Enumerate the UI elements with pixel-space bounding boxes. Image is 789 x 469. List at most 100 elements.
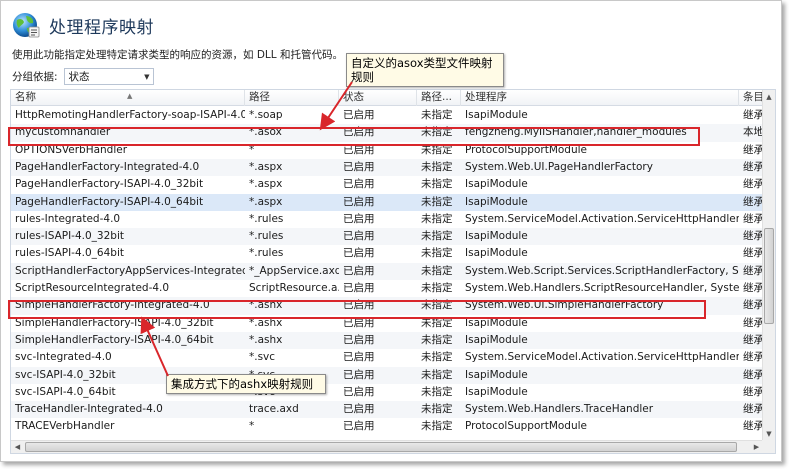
column-header-path[interactable]: 路径 (245, 90, 339, 106)
cell-name: rules-ISAPI-4.0_32bit (15, 230, 124, 243)
vertical-scroll-thumb[interactable] (764, 228, 774, 324)
vertical-scrollbar[interactable]: ▲ ▼ (762, 90, 775, 441)
cell-handler: IsapiModule (465, 385, 528, 398)
table-row[interactable]: TRACEVerbHandler * 已启用 未指定 ProtocolSupportMo… (11, 418, 763, 435)
table-row[interactable]: PageHandlerFactory-ISAPI-4.0_32bit *.aspx… (11, 176, 763, 193)
horizontal-scrollbar[interactable]: ◀ ▶ (11, 440, 763, 453)
cell-name: PageHandlerFactory-Integrated-4.0 (15, 160, 200, 173)
table-row[interactable]: PageHandlerFactory-ISAPI-4.0_64bit *.aspx… (11, 193, 763, 211)
column-header-name[interactable]: 名称 ▲ (11, 90, 245, 106)
cell-path-type: 未指定 (421, 126, 453, 139)
cell-handler: IsapiModule (465, 109, 528, 121)
table-row[interactable]: rules-ISAPI-4.0_32bit *.rules 已启用 未指定 IsapiM… (11, 228, 763, 246)
table-row[interactable]: SimpleHandlerFactory-Integrated-4.0 *.ash… (11, 297, 763, 315)
column-header-entry-type[interactable]: 条目 (739, 90, 763, 106)
table-row[interactable]: svc-ISAPI-4.0_32bit*.svc已启用未指定IsapiModul… (11, 366, 763, 384)
cell-path: *.ashx (249, 299, 283, 312)
cell-name: TraceHandler-Integrated-4.0 (15, 403, 163, 416)
cell-path-type: 未指定 (421, 178, 453, 191)
cell-entry-type: 继承 (743, 403, 763, 416)
table-row[interactable]: mycustomhandler *.asox 已启用 未指定 fengzheng.MyI… (11, 124, 763, 142)
scroll-up-icon[interactable]: ▲ (763, 90, 775, 104)
table-row[interactable]: svc-ISAPI-4.0_64bit*.svc已启用未指定IsapiModul… (11, 384, 763, 401)
table-row[interactable]: rules-ISAPI-4.0_64bit *.rules 已启用 未指定 IsapiM… (11, 245, 763, 262)
cell-name: rules-Integrated-4.0 (15, 212, 121, 225)
cell-path: *.aspx (249, 160, 283, 173)
cell-name: TRACEVerbHandler (15, 420, 115, 433)
page-title: 处理程序映射 (49, 17, 154, 38)
cell-path-type: 未指定 (421, 212, 453, 225)
cell-entry-type: 继承 (743, 333, 763, 346)
cell-path: *.aspx (249, 178, 283, 191)
cell-path-type: 未指定 (421, 143, 453, 156)
cell-name: ScriptResourceIntegrated-4.0 (15, 282, 170, 294)
cell-handler: IsapiModule (465, 195, 528, 208)
cell-path-type: 未指定 (421, 160, 453, 173)
column-headers: 名称 ▲ 路径 状态 路径... 处理程序 条目 (11, 90, 763, 106)
cell-path: *.rules (249, 212, 284, 225)
scroll-left-icon[interactable]: ◀ (11, 441, 24, 453)
cell-handler: IsapiModule (465, 230, 528, 243)
cell-handler: IsapiModule (465, 333, 528, 346)
cell-state: 已启用 (343, 316, 375, 329)
cell-entry-type: 继承 (743, 385, 763, 398)
sort-ascending-icon: ▲ (127, 92, 133, 100)
callout-ashx-rule: 集成方式下的ashx映射规则 (166, 374, 326, 394)
cell-handler: System.ServiceModel.Activation.ServiceHt… (465, 212, 739, 225)
cell-handler: IsapiModule (465, 247, 528, 260)
scrollbar-corner (762, 440, 775, 453)
cell-entry-type: 继承 (743, 316, 763, 329)
table-row[interactable]: TraceHandler-Integrated-4.0 trace.axd 已启用 未… (11, 401, 763, 419)
cell-path-type: 未指定 (421, 351, 453, 364)
column-header-state[interactable]: 状态 (339, 90, 417, 106)
cell-path-type: 未指定 (421, 333, 453, 346)
group-by-bar: 分组依据: 状态 ▼ (12, 68, 154, 85)
cell-handler: System.Web.UI.SimpleHandlerFactory (465, 299, 664, 312)
cell-entry-type: 继承 (743, 420, 763, 433)
cell-path-type: 未指定 (421, 264, 453, 277)
table-row[interactable]: SimpleHandlerFactory-ISAPI-4.0_64bit *.as… (11, 331, 763, 350)
table-row[interactable]: ScriptHandlerFactoryAppServices-Integrat… (11, 262, 763, 280)
cell-state: 已启用 (343, 420, 375, 433)
cell-handler: System.Web.Script.Services.ScriptHandler… (465, 264, 739, 277)
cell-path: * (249, 420, 255, 433)
cell-entry-type: 继承 (743, 160, 763, 173)
group-by-select[interactable]: 状态 ▼ (63, 68, 154, 85)
table-row[interactable]: ScriptResourceIntegrated-4.0 ScriptResour… (11, 280, 763, 297)
cell-entry-type: 继承 (743, 109, 763, 121)
cell-path-type: 未指定 (421, 109, 453, 121)
scroll-down-icon[interactable]: ▼ (763, 427, 775, 441)
cell-state: 已启用 (343, 230, 375, 243)
table-row[interactable]: svc-Integrated-4.0 *.svc 已启用 未指定 System.Serv… (11, 349, 763, 366)
cell-state: 已启用 (343, 178, 375, 191)
cell-path: *_AppService.axd (249, 264, 339, 277)
table-row[interactable]: HttpRemotingHandlerFactory-soap-ISAPI-4.… (11, 107, 763, 124)
cell-state: 已启用 (343, 264, 375, 277)
cell-handler: IsapiModule (465, 178, 528, 191)
group-by-label: 分组依据: (12, 71, 58, 83)
cell-state: 已启用 (343, 212, 375, 225)
cell-path-type: 未指定 (421, 247, 453, 260)
cell-handler: ProtocolSupportModule (465, 420, 588, 433)
cell-state: 已启用 (343, 333, 375, 346)
table-row[interactable]: SimpleHandlerFactory-ISAPI-4.0_32bit *.as… (11, 315, 763, 332)
cell-state: 已启用 (343, 351, 375, 364)
column-header-handler[interactable]: 处理程序 (461, 90, 739, 106)
cell-entry-type: 本地 (743, 126, 763, 139)
cell-path-type: 未指定 (421, 385, 453, 398)
cell-handler: IsapiModule (465, 368, 528, 381)
cell-handler: System.Web.Handlers.ScriptResourceHandle… (465, 282, 739, 294)
cell-entry-type: 继承 (743, 212, 763, 225)
callout-asox-rule: 自定义的asox类型文件映射规则 (346, 53, 504, 87)
handler-mappings-table[interactable]: 名称 ▲ 路径 状态 路径... 处理程序 条目 HttpRemotingHan… (10, 89, 776, 454)
cell-handler: ProtocolSupportModule (465, 143, 588, 156)
horizontal-scroll-thumb[interactable] (25, 442, 737, 452)
table-row[interactable]: rules-Integrated-4.0 *.rules 已启用 未指定 System.… (11, 211, 763, 228)
column-header-path-type[interactable]: 路径... (417, 90, 461, 106)
table-row[interactable]: OPTIONSVerbHandler * 已启用 未指定 ProtocolSupport… (11, 142, 763, 159)
table-row[interactable]: PageHandlerFactory-Integrated-4.0 *.aspx 已… (11, 158, 763, 177)
cell-name: svc-Integrated-4.0 (15, 351, 112, 364)
cell-name: ScriptHandlerFactoryAppServices-Integrat… (15, 264, 245, 277)
cell-state: 已启用 (343, 160, 375, 173)
cell-entry-type: 继承 (743, 143, 763, 156)
